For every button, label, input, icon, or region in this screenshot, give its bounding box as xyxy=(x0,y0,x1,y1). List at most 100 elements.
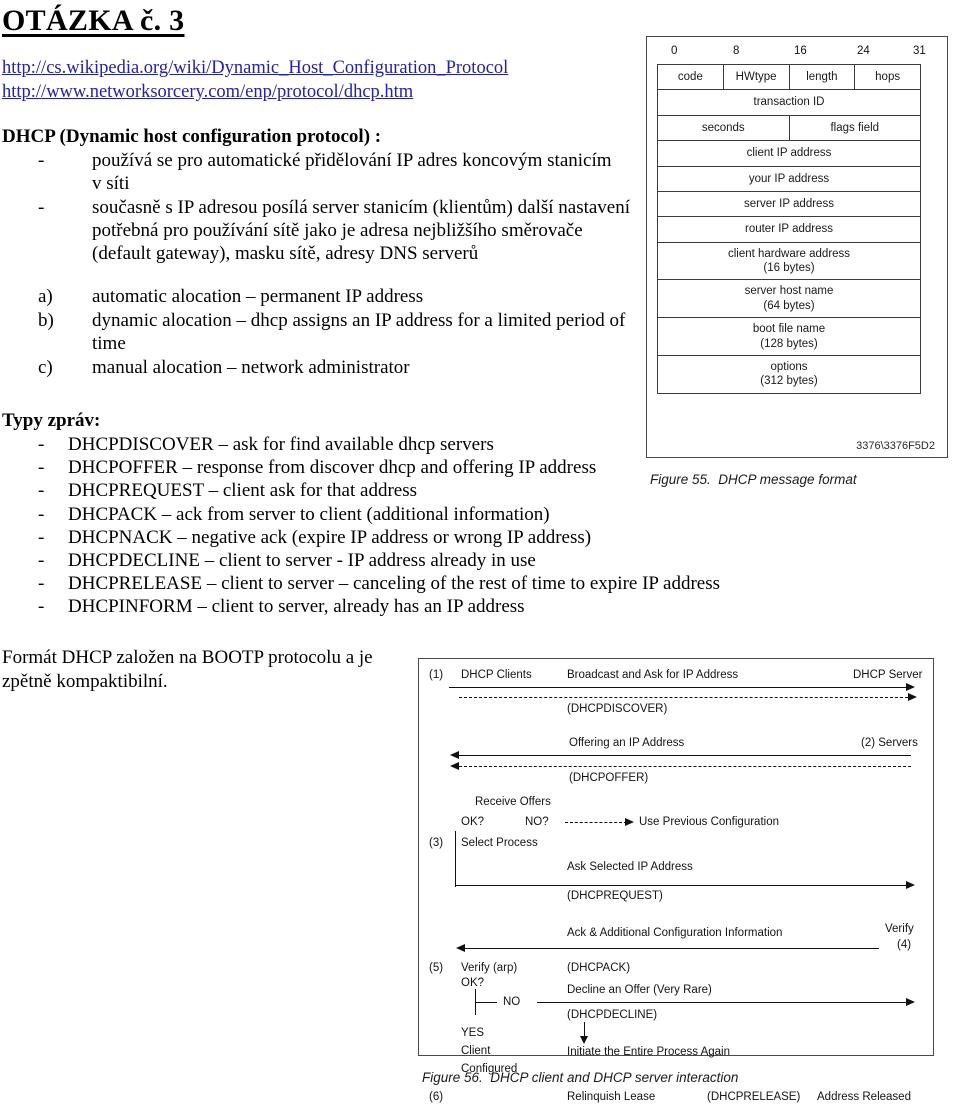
step-5-marker: (5) xyxy=(429,962,444,974)
list-item: c) manual alocation – network administra… xyxy=(0,357,660,380)
packet-row-client-hw: client hardware address (16 bytes) xyxy=(658,243,920,281)
packet-row-router-ip: router IP address xyxy=(658,217,920,243)
dhcp-section-heading: DHCP (Dynamic host configuration protoco… xyxy=(2,126,382,148)
select-process-vertical-line xyxy=(455,831,456,887)
no-branch-stub-line xyxy=(475,1002,497,1003)
packet-field-code: code xyxy=(658,65,724,90)
no-branch-label: NO xyxy=(503,996,521,1008)
list-item-text: DHCPOFFER – response from discover dhcp … xyxy=(68,457,597,479)
discover-dashed-line xyxy=(459,697,913,698)
figure-dhcp-client-server-interaction: (1) DHCP Clients Broadcast and Ask for I… xyxy=(418,658,952,1103)
offer-solid-line xyxy=(459,755,911,756)
packet-row-your-ip: your IP address xyxy=(658,167,920,192)
offer-dashed-arrow-icon xyxy=(450,762,459,770)
reference-link-wikipedia[interactable]: http://cs.wikipedia.org/wiki/Dynamic_Hos… xyxy=(2,57,660,81)
figure56-frame: (1) DHCP Clients Broadcast and Ask for I… xyxy=(418,658,939,1103)
dash-bullet-icon: - xyxy=(38,434,45,455)
ask-selected-ip-label: Ask Selected IP Address xyxy=(567,861,693,873)
ack-additional-label: Ack & Additional Configuration Informati… xyxy=(567,927,783,939)
list-item: - DHCPRELEASE – client to server – cance… xyxy=(0,572,770,595)
use-previous-dashed-line xyxy=(565,822,627,823)
list-item-text: DHCPNACK – negative ack (expire IP addre… xyxy=(68,526,592,548)
packet-field-options: options (312 bytes) xyxy=(658,356,920,393)
message-types-heading: Typy zpráv: xyxy=(2,410,101,431)
reference-link-networksorcery[interactable]: http://www.networksorcery.com/enp/protoc… xyxy=(2,81,660,105)
figure-dhcp-message-format: 0 8 16 24 31 code HWtype length hops tra… xyxy=(646,36,948,487)
discover-solid-arrow-icon xyxy=(906,683,915,691)
figure55-caption: Figure 55. DHCP message format xyxy=(650,472,857,487)
packet-row-options: options (312 bytes) xyxy=(658,356,920,393)
dhcp-server-label: DHCP Server xyxy=(853,669,923,681)
packet-field-length: length xyxy=(790,65,856,90)
list-item: - současně s IP adresou posílá server st… xyxy=(0,197,660,266)
ok-question-2-label: OK? xyxy=(461,977,485,989)
packet-field-client-ip-address: client IP address xyxy=(746,147,832,160)
decline-solid-line xyxy=(537,1002,911,1003)
figure56-content: (1) DHCP Clients Broadcast and Ask for I… xyxy=(419,659,933,1103)
packet-field-seconds: seconds xyxy=(658,115,790,141)
bit-tick-0: 0 xyxy=(671,45,678,57)
step-1-marker: (1) xyxy=(429,669,444,681)
packet-field-label: options xyxy=(770,360,808,373)
list-item-text: DHCPACK – ack from server to client (add… xyxy=(68,503,550,525)
bit-tick-24: 24 xyxy=(857,45,870,57)
list-marker: c) xyxy=(38,357,53,379)
packet-field-boot-file-name: boot file name (128 bytes) xyxy=(658,318,920,355)
list-item: - DHCPDECLINE – client to server - IP ad… xyxy=(0,549,770,572)
packet-row-header: code HWtype length hops xyxy=(658,65,920,91)
relinquish-lease-label: Relinquish Lease xyxy=(567,1091,656,1103)
page-title: OTÁZKA č. 3 xyxy=(2,4,185,37)
list-item: - DHCPINFORM – client to server, already… xyxy=(0,595,770,618)
dash-bullet-icon: - xyxy=(38,150,45,172)
decline-arrow-icon xyxy=(906,998,915,1006)
allocation-types-list: a) automatic alocation – permanent IP ad… xyxy=(0,286,660,380)
packet-field-server-ip-address: server IP address xyxy=(744,197,834,210)
packet-field-client-hardware-address: client hardware address (16 bytes) xyxy=(658,243,920,280)
dhcpack-label: (DHCPACK) xyxy=(567,962,631,974)
packet-field-hwtype: HWtype xyxy=(724,65,790,90)
packet-field-size: (16 bytes) xyxy=(763,262,815,274)
packet-row-client-ip: client IP address xyxy=(658,141,920,167)
bit-ruler: 0 8 16 24 31 xyxy=(657,45,937,64)
bit-tick-31: 31 xyxy=(913,45,926,57)
dhcprequest-label: (DHCPREQUEST) xyxy=(567,890,663,902)
client-configured-label: Configured xyxy=(461,1063,518,1075)
bit-tick-8: 8 xyxy=(733,45,740,57)
broadcast-ask-label: Broadcast and Ask for IP Address xyxy=(567,669,739,681)
list-marker: a) xyxy=(38,286,53,308)
bit-tick-16: 16 xyxy=(794,45,807,57)
list-item-text: DHCPREQUEST – client ask for that addres… xyxy=(68,480,417,502)
dash-bullet-icon: - xyxy=(38,197,45,219)
yes-branch-label: YES xyxy=(461,1027,485,1039)
packet-field-router-ip-address: router IP address xyxy=(744,223,833,236)
packet-field-your-ip-address: your IP address xyxy=(748,172,830,185)
packet-field-size: (312 bytes) xyxy=(760,375,818,388)
document-text-column: OTÁZKA č. 3 http://cs.wikipedia.org/wiki… xyxy=(0,0,720,693)
list-item: a) automatic alocation – permanent IP ad… xyxy=(0,286,660,309)
no-question-label: NO? xyxy=(525,816,549,828)
packet-field-label: server host name xyxy=(744,285,834,298)
packet-field-label: client hardware address xyxy=(727,247,851,260)
list-item-text: DHCPDECLINE – client to server - IP addr… xyxy=(68,549,536,571)
list-item-text: používá se pro automatické přidělování I… xyxy=(92,150,612,195)
packet-field-transaction-id: transaction ID xyxy=(753,96,825,109)
verify-arp-label: Verify (arp) xyxy=(461,962,518,974)
packet-row-seconds-flags: seconds flags field xyxy=(658,115,920,142)
dhcp-clients-label: DHCP Clients xyxy=(461,669,532,681)
ack-solid-line xyxy=(465,948,879,949)
decline-offer-label: Decline an Offer (Very Rare) xyxy=(567,984,712,996)
packet-field-label: boot file name xyxy=(752,323,826,336)
packet-row-server-ip: server IP address xyxy=(658,192,920,218)
use-previous-config-label: Use Previous Configuration xyxy=(639,816,779,828)
figure55-image-id: 3376\3376F5D2 xyxy=(856,440,935,452)
list-item: - DHCPNACK – negative ack (expire IP add… xyxy=(0,526,770,549)
dash-bullet-icon: - xyxy=(38,480,45,502)
dhcp-packet-diagram: code HWtype length hops transaction ID s… xyxy=(657,64,925,398)
request-solid-line xyxy=(455,885,911,886)
dash-bullet-icon: - xyxy=(38,549,45,571)
list-item: b) dynamic alocation – dhcp assigns an I… xyxy=(0,310,660,356)
list-item-text: současně s IP adresou posílá server stan… xyxy=(92,197,631,265)
step-2-servers-label: (2) Servers xyxy=(861,737,918,749)
closing-note: Formát DHCP založen na BOOTP protocolu a… xyxy=(2,647,373,692)
packet-field-flags-field: flags field xyxy=(830,121,880,134)
